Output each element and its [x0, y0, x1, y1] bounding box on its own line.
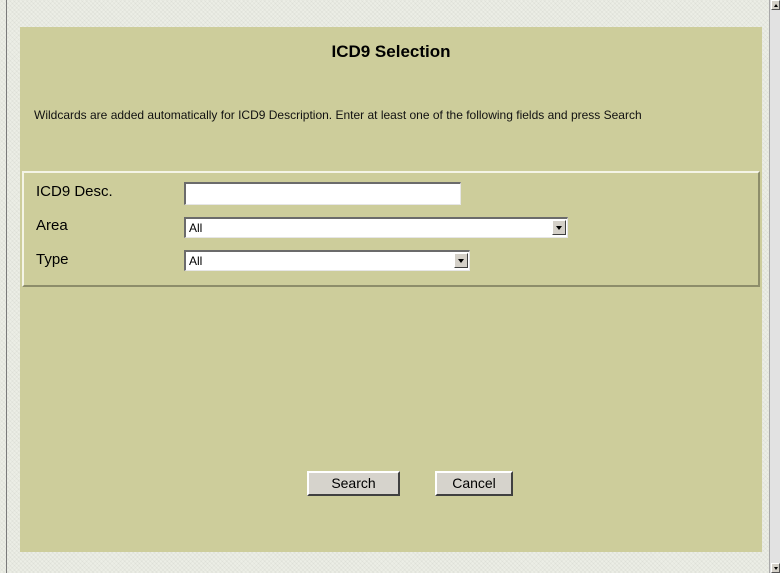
cancel-button[interactable]: Cancel: [435, 471, 513, 496]
chevron-down-icon[interactable]: [454, 253, 468, 268]
search-fields-group: ICD9 Desc. Area All Type All: [22, 171, 760, 287]
type-selected-value: All: [189, 254, 203, 268]
type-select[interactable]: All: [184, 250, 470, 271]
icd9-desc-label: ICD9 Desc.: [36, 183, 113, 200]
vertical-scrollbar[interactable]: [769, 0, 780, 573]
scroll-up-icon[interactable]: [771, 0, 780, 10]
scroll-down-icon[interactable]: [771, 563, 780, 573]
type-label: Type: [36, 251, 69, 268]
area-label: Area: [36, 217, 68, 234]
area-select[interactable]: All: [184, 217, 568, 238]
instructions-text: Wildcards are added automatically for IC…: [34, 108, 642, 122]
chevron-down-icon[interactable]: [552, 220, 566, 235]
page-title: ICD9 Selection: [331, 42, 451, 61]
search-button[interactable]: Search: [307, 471, 400, 496]
area-selected-value: All: [189, 221, 203, 235]
icd9-desc-input[interactable]: [184, 182, 461, 205]
icd9-selection-panel: ICD9 Selection Wildcards are added autom…: [20, 27, 762, 552]
